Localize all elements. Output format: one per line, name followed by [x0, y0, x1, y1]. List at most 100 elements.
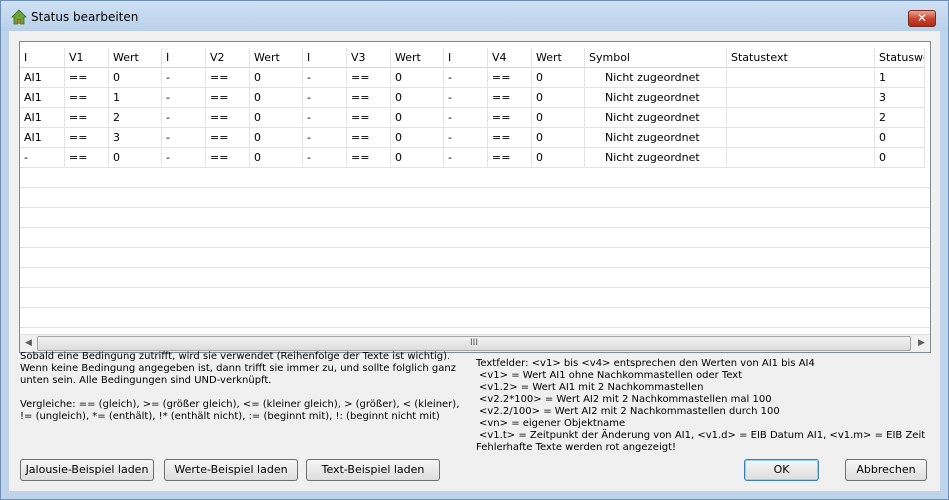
- table-cell[interactable]: 0: [391, 88, 444, 108]
- table-cell[interactable]: Nicht zugeordnet: [585, 148, 727, 168]
- table-cell[interactable]: ==: [347, 108, 391, 128]
- table-cell[interactable]: ==: [347, 68, 391, 88]
- load-jalousie-example-button[interactable]: Jalousie-Beispiel laden: [20, 459, 154, 481]
- table-cell[interactable]: -: [444, 108, 488, 128]
- table-cell[interactable]: -: [162, 128, 206, 148]
- table-cell[interactable]: ==: [347, 148, 391, 168]
- table-cell[interactable]: -: [162, 148, 206, 168]
- table-row[interactable]: AI1 == 0- == 0- == 0- == 0 Nicht zugeordnet 1: [20, 68, 925, 88]
- table-cell[interactable]: ==: [488, 148, 532, 168]
- column-header[interactable]: Statustext: [727, 48, 875, 68]
- table-cell[interactable]: [727, 148, 875, 168]
- column-header[interactable]: I: [162, 48, 206, 68]
- table-cell[interactable]: 1: [109, 88, 162, 108]
- scroll-thumb[interactable]: III: [37, 336, 911, 351]
- table-cell[interactable]: 0: [875, 128, 925, 148]
- column-header[interactable]: I: [303, 48, 347, 68]
- table-row[interactable]: AI1 == 2- == 0- == 0- == 0 Nicht zugeordnet 2: [20, 108, 925, 128]
- table-cell[interactable]: 0: [109, 148, 162, 168]
- table-cell[interactable]: ==: [347, 88, 391, 108]
- table-cell[interactable]: -: [162, 108, 206, 128]
- table-cell[interactable]: 0: [532, 148, 585, 168]
- table-cell[interactable]: ==: [206, 68, 250, 88]
- table-cell[interactable]: ==: [65, 128, 109, 148]
- column-header[interactable]: Symbol: [585, 48, 727, 68]
- table-cell[interactable]: 0: [250, 68, 303, 88]
- table-cell[interactable]: 0: [532, 88, 585, 108]
- table-cell[interactable]: 2: [875, 108, 925, 128]
- table-cell[interactable]: AI1: [20, 108, 65, 128]
- table-cell[interactable]: 0: [875, 148, 925, 168]
- table-cell[interactable]: -: [444, 148, 488, 168]
- table-cell[interactable]: [727, 128, 875, 148]
- scroll-right-button[interactable]: ▶: [913, 335, 930, 352]
- table-row[interactable]: AI1 == 1- == 0- == 0- == 0 Nicht zugeordnet 3: [20, 88, 925, 108]
- table-cell[interactable]: ==: [65, 148, 109, 168]
- table-cell[interactable]: Nicht zugeordnet: [585, 128, 727, 148]
- table-cell[interactable]: 0: [391, 148, 444, 168]
- table-cell[interactable]: ==: [65, 88, 109, 108]
- table-cell[interactable]: -: [303, 68, 347, 88]
- table-cell[interactable]: 3: [109, 128, 162, 148]
- table-cell[interactable]: 0: [250, 88, 303, 108]
- table-cell[interactable]: 0: [109, 68, 162, 88]
- table-cell[interactable]: 0: [532, 108, 585, 128]
- table-cell[interactable]: -: [303, 148, 347, 168]
- status-table[interactable]: I V1 Wert I V2 Wert I V3 Wert I V4 Wert Symbol Status…: [19, 41, 931, 353]
- table-cell[interactable]: ==: [488, 128, 532, 148]
- column-header[interactable]: Wert: [532, 48, 585, 68]
- table-cell[interactable]: 0: [250, 128, 303, 148]
- column-header[interactable]: V3: [347, 48, 391, 68]
- table-cell[interactable]: -: [444, 68, 488, 88]
- table-row[interactable]: AI1 == 3- == 0- == 0- == 0 Nicht zugeordnet 0: [20, 128, 925, 148]
- close-button[interactable]: ✕: [908, 10, 936, 27]
- scroll-left-button[interactable]: ◀: [20, 335, 37, 352]
- table-cell[interactable]: -: [444, 128, 488, 148]
- cancel-button[interactable]: Abbrechen: [845, 459, 927, 481]
- table-cell[interactable]: 0: [532, 68, 585, 88]
- table-cell[interactable]: 0: [532, 128, 585, 148]
- table-cell[interactable]: Nicht zugeordnet: [585, 88, 727, 108]
- table-cell[interactable]: ==: [206, 128, 250, 148]
- load-werte-example-button[interactable]: Werte-Beispiel laden: [164, 459, 298, 481]
- column-header[interactable]: V1: [65, 48, 109, 68]
- table-cell[interactable]: -: [303, 128, 347, 148]
- table-cell[interactable]: ==: [488, 88, 532, 108]
- table-cell[interactable]: AI1: [20, 128, 65, 148]
- column-header[interactable]: V2: [206, 48, 250, 68]
- table-cell[interactable]: AI1: [20, 68, 65, 88]
- table-cell[interactable]: ==: [206, 148, 250, 168]
- column-header[interactable]: Statuswe: [875, 48, 925, 68]
- column-header[interactable]: Wert: [250, 48, 303, 68]
- table-cell[interactable]: ==: [65, 108, 109, 128]
- column-header[interactable]: I: [20, 48, 65, 68]
- ok-button[interactable]: OK: [744, 459, 819, 481]
- table-cell[interactable]: [727, 68, 875, 88]
- table-cell[interactable]: ==: [206, 88, 250, 108]
- table-cell[interactable]: -: [303, 88, 347, 108]
- table-cell[interactable]: 0: [391, 68, 444, 88]
- table-cell[interactable]: ==: [347, 128, 391, 148]
- title-bar[interactable]: Status bearbeiten ✕: [1, 1, 948, 31]
- table-cell[interactable]: Nicht zugeordnet: [585, 108, 727, 128]
- table-cell[interactable]: 0: [250, 108, 303, 128]
- table-cell[interactable]: -: [20, 148, 65, 168]
- table-cell[interactable]: 0: [391, 108, 444, 128]
- table-cell[interactable]: [727, 108, 875, 128]
- table-cell[interactable]: ==: [488, 108, 532, 128]
- table-cell[interactable]: -: [444, 88, 488, 108]
- column-header[interactable]: I: [444, 48, 488, 68]
- column-header[interactable]: Wert: [391, 48, 444, 68]
- table-cell[interactable]: -: [162, 88, 206, 108]
- table-cell[interactable]: 0: [250, 148, 303, 168]
- table-cell[interactable]: 3: [875, 88, 925, 108]
- table-cell[interactable]: ==: [488, 68, 532, 88]
- table-cell[interactable]: 1: [875, 68, 925, 88]
- horizontal-scrollbar[interactable]: ◀ III ▶: [20, 334, 930, 352]
- table-cell[interactable]: -: [162, 68, 206, 88]
- table-cell[interactable]: -: [303, 108, 347, 128]
- column-header[interactable]: V4: [488, 48, 532, 68]
- load-text-example-button[interactable]: Text-Beispiel laden: [306, 459, 440, 481]
- table-cell[interactable]: Nicht zugeordnet: [585, 68, 727, 88]
- table-cell[interactable]: ==: [206, 108, 250, 128]
